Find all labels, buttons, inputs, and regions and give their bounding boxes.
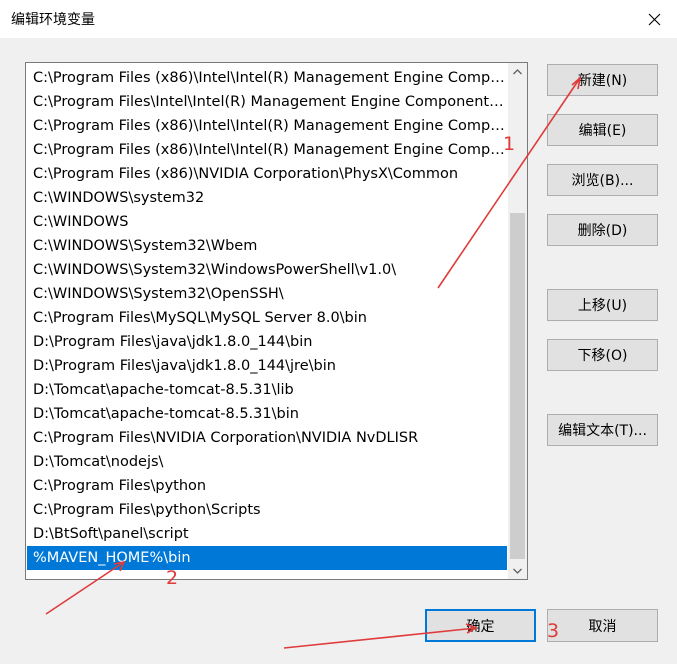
list-item[interactable]: %MAVEN_HOME%\bin (27, 546, 507, 570)
list-item[interactable]: C:\WINDOWS\System32\OpenSSH\ (27, 282, 507, 306)
list-item[interactable]: C:\Program Files (x86)\Intel\Intel(R) Ma… (27, 138, 507, 162)
list-item[interactable]: C:\Program Files (x86)\Intel\Intel(R) Ma… (27, 114, 507, 138)
list-item[interactable]: C:\Program Files\python (27, 474, 507, 498)
path-listbox[interactable]: C:\Program Files (x86)\Intel\Intel(R) Ma… (25, 62, 528, 580)
list-item[interactable]: D:\Tomcat\apache-tomcat-8.5.31\lib (27, 378, 507, 402)
list-item[interactable]: C:\Program Files\Intel\Intel(R) Manageme… (27, 90, 507, 114)
annotation-number-1: 1 (503, 133, 516, 155)
annotation-number-3: 3 (547, 620, 560, 642)
edit-text-button[interactable]: 编辑文本(T)... (547, 414, 658, 446)
window-title: 编辑环境变量 (11, 12, 95, 28)
new-button[interactable]: 新建(N) (547, 64, 658, 96)
chevron-up-icon (513, 68, 522, 74)
list-item[interactable]: D:\Program Files\java\jdk1.8.0_144\jre\b… (27, 354, 507, 378)
scroll-down-button[interactable] (508, 562, 527, 579)
edit-button[interactable]: 编辑(E) (547, 114, 658, 146)
list-item[interactable]: C:\WINDOWS\system32 (27, 186, 507, 210)
move-up-button[interactable]: 上移(U) (547, 289, 658, 321)
scroll-up-button[interactable] (508, 63, 527, 80)
scrollbar-thumb[interactable] (510, 213, 525, 559)
list-item[interactable]: C:\WINDOWS (27, 210, 507, 234)
browse-button[interactable]: 浏览(B)... (547, 164, 658, 196)
list-item[interactable]: D:\BtSoft\panel\script (27, 522, 507, 546)
cancel-button[interactable]: 取消 (547, 609, 658, 642)
list-item[interactable]: C:\Program Files (x86)\NVIDIA Corporatio… (27, 162, 507, 186)
annotation-number-2: 2 (166, 567, 179, 589)
chevron-down-icon (513, 568, 522, 574)
delete-button[interactable]: 删除(D) (547, 214, 658, 246)
list-item[interactable]: C:\WINDOWS\System32\Wbem (27, 234, 507, 258)
list-item[interactable]: D:\Tomcat\apache-tomcat-8.5.31\bin (27, 402, 507, 426)
path-list: C:\Program Files (x86)\Intel\Intel(R) Ma… (27, 66, 507, 570)
title-bar: 编辑环境变量 (0, 0, 677, 38)
list-item[interactable]: C:\Program Files (x86)\Intel\Intel(R) Ma… (27, 66, 507, 90)
list-item[interactable]: C:\Program Files\MySQL\MySQL Server 8.0\… (27, 306, 507, 330)
close-icon (648, 13, 660, 25)
move-down-button[interactable]: 下移(O) (547, 339, 658, 371)
list-item[interactable]: D:\Program Files\java\jdk1.8.0_144\bin (27, 330, 507, 354)
list-item[interactable]: C:\Program Files\python\Scripts (27, 498, 507, 522)
ok-button[interactable]: 确定 (425, 609, 536, 642)
list-item[interactable]: D:\Tomcat\nodejs\ (27, 450, 507, 474)
close-button[interactable] (631, 0, 677, 38)
list-item[interactable]: C:\Program Files\NVIDIA Corporation\NVID… (27, 426, 507, 450)
list-item[interactable]: C:\WINDOWS\System32\WindowsPowerShell\v1… (27, 258, 507, 282)
